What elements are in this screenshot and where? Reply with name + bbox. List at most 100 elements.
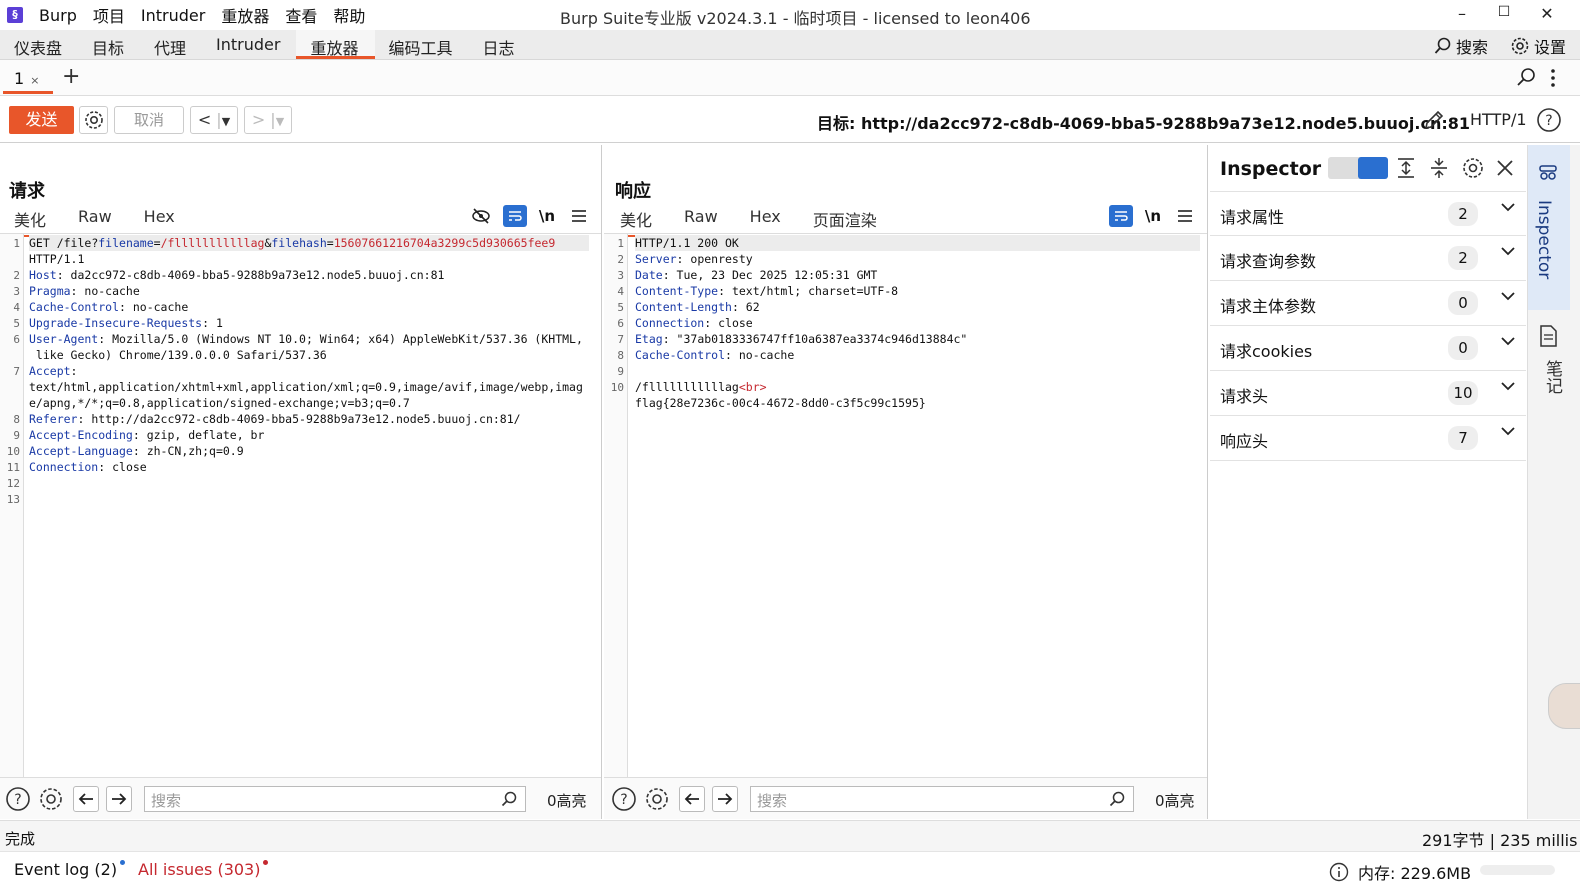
menu-view[interactable]: 查看 <box>277 3 325 27</box>
line-number: 5 <box>617 301 624 314</box>
menu-intruder[interactable]: Intruder <box>133 6 213 25</box>
gear-icon[interactable] <box>1461 156 1485 180</box>
notes-icon[interactable] <box>1538 325 1558 347</box>
tab-dashboard[interactable]: 仪表盘 <box>0 30 78 59</box>
arrow-left-icon[interactable] <box>73 786 99 812</box>
menu-repeater[interactable]: 重放器 <box>213 3 277 27</box>
newline-icon[interactable]: \n <box>1143 207 1163 225</box>
chevron-down-icon <box>1500 426 1516 436</box>
gear-icon[interactable] <box>644 786 670 812</box>
response-search-input[interactable]: 搜索 <box>750 786 1134 812</box>
notes-side-label[interactable]: 笔记 <box>1540 360 1565 394</box>
burp-logo-icon: § <box>7 7 23 23</box>
close-window-button[interactable]: ✕ <box>1537 4 1557 23</box>
request-line: HTTP/1.1 <box>29 252 85 266</box>
global-search-button[interactable]: 搜索 <box>1434 34 1488 58</box>
arrow-left-icon[interactable] <box>679 786 705 812</box>
side-panel-bar: Inspector 笔记 <box>1527 145 1580 819</box>
menu-burp[interactable]: Burp <box>31 6 85 25</box>
tab-search-icon[interactable] <box>1516 67 1536 87</box>
inspector-row-request-attributes[interactable]: 请求属性 2 <box>1210 191 1526 236</box>
header-content-type: Content-Type: text/html; charset=UTF-8 <box>635 284 899 298</box>
word-wrap-icon[interactable] <box>503 205 527 227</box>
chevron-right-icon: > <box>251 110 266 129</box>
inspector-row-request-headers[interactable]: 请求头 10 <box>1210 371 1526 416</box>
body-line: /flllllllllllag<br> <box>635 380 767 394</box>
response-editor-icons: \n <box>1109 205 1197 227</box>
search-label: 搜索 <box>1455 38 1488 57</box>
line-number: 4 <box>13 301 20 314</box>
header-referer: Referer: http://da2cc972-c8db-4069-bba5-… <box>29 412 521 426</box>
row-count-badge: 2 <box>1448 202 1478 226</box>
response-editor[interactable]: 1 2 3 4 5 6 7 8 9 10 HTTP/1.1 200 OK Ser… <box>604 233 1207 777</box>
menu-help[interactable]: 帮助 <box>325 3 373 27</box>
menu-project[interactable]: 项目 <box>85 3 133 27</box>
request-footer: ? 搜索 0高亮 <box>0 777 601 819</box>
target-url[interactable]: 目标: http://da2cc972-c8db-4069-bba5-9288b… <box>817 110 1470 134</box>
history-forward-button[interactable]: > |▼ <box>244 106 292 134</box>
inspector-layout-toggle[interactable] <box>1328 157 1388 179</box>
line-number: 8 <box>13 413 20 426</box>
arrow-right-icon[interactable] <box>106 786 132 812</box>
settings-label: 设置 <box>1533 38 1566 57</box>
inspector-side-tab[interactable]: Inspector <box>1528 145 1570 310</box>
tab-repeater[interactable]: 重放器 <box>296 30 375 59</box>
chevron-down-icon <box>1500 202 1516 212</box>
hide-nonprintable-icon[interactable] <box>469 205 493 227</box>
inspector-row-cookies[interactable]: 请求cookies 0 <box>1210 326 1526 371</box>
close-tab-icon[interactable]: × <box>30 74 39 87</box>
send-options-button[interactable] <box>79 106 108 134</box>
cancel-button[interactable]: 取消 <box>114 106 184 134</box>
row-count-badge: 10 <box>1448 381 1478 405</box>
newline-icon[interactable]: \n <box>537 207 557 225</box>
event-log-button[interactable]: Event log (2) <box>14 860 126 879</box>
inspector-row-body-params[interactable]: 请求主体参数 0 <box>1210 281 1526 326</box>
send-button[interactable]: 发送 <box>9 106 74 134</box>
help-icon[interactable]: ? <box>5 786 31 812</box>
line-number: 7 <box>617 333 624 346</box>
close-icon[interactable] <box>1496 159 1514 177</box>
tab-logger[interactable]: 日志 <box>469 30 531 59</box>
gear-icon[interactable] <box>38 786 64 812</box>
expand-all-icon[interactable] <box>1396 157 1416 179</box>
inspector-row-response-headers[interactable]: 响应头 7 <box>1210 416 1526 461</box>
header-date: Date: Tue, 23 Dec 2025 12:05:31 GMT <box>635 268 878 282</box>
request-editor[interactable]: 1 2 3 4 5 6 7 8 9 10 11 12 13 GET /file?… <box>0 233 601 777</box>
info-icon[interactable] <box>1329 862 1349 882</box>
word-wrap-icon[interactable] <box>1109 205 1133 227</box>
arrow-right-icon[interactable] <box>712 786 738 812</box>
settings-button[interactable]: 设置 <box>1510 34 1566 58</box>
line-number: 6 <box>13 333 20 346</box>
history-back-button[interactable]: < |▼ <box>190 106 238 134</box>
inspector-row-query-params[interactable]: 请求查询参数 2 <box>1210 236 1526 281</box>
response-panel: 响应 美化 Raw Hex 页面渲染 \n 1 2 3 4 5 6 7 8 9 … <box>604 145 1208 819</box>
repeater-tab-1[interactable]: 1 × <box>3 64 53 94</box>
chevron-left-icon: < <box>197 110 212 129</box>
svg-text:?: ? <box>14 792 21 808</box>
request-search-input[interactable]: 搜索 <box>144 786 526 812</box>
avatar[interactable] <box>1548 683 1580 729</box>
collapse-all-icon[interactable] <box>1429 157 1449 179</box>
tab-intruder[interactable]: Intruder <box>202 30 296 59</box>
help-icon[interactable]: ? <box>611 786 637 812</box>
menu-icon[interactable] <box>567 205 591 227</box>
add-tab-button[interactable]: + <box>62 64 80 89</box>
layout-active-icon <box>1358 157 1388 179</box>
chevron-down-icon <box>1500 381 1516 391</box>
line-number: 12 <box>6 477 20 490</box>
menu-icon[interactable] <box>1173 205 1197 227</box>
http-version[interactable]: HTTP/1 <box>1470 110 1527 129</box>
tab-proxy[interactable]: 代理 <box>140 30 202 59</box>
all-issues-button[interactable]: All issues (303) <box>138 860 269 879</box>
help-icon[interactable]: ? <box>1536 107 1562 133</box>
dropdown-icon: ▼ <box>221 115 231 128</box>
minimize-button[interactable]: – <box>1452 4 1472 23</box>
kebab-menu-icon[interactable] <box>1550 68 1556 88</box>
header-content-length: Content-Length: 62 <box>635 300 760 314</box>
edit-target-icon[interactable] <box>1422 108 1446 132</box>
tab-decoder[interactable]: 编码工具 <box>375 30 469 59</box>
maximize-button[interactable]: ☐ <box>1494 4 1514 20</box>
tab-target[interactable]: 目标 <box>78 30 140 59</box>
window-title: Burp Suite专业版 v2024.3.1 - 临时项目 - license… <box>560 9 1031 28</box>
header-accept-encoding: Accept-Encoding: gzip, deflate, br <box>29 428 265 442</box>
